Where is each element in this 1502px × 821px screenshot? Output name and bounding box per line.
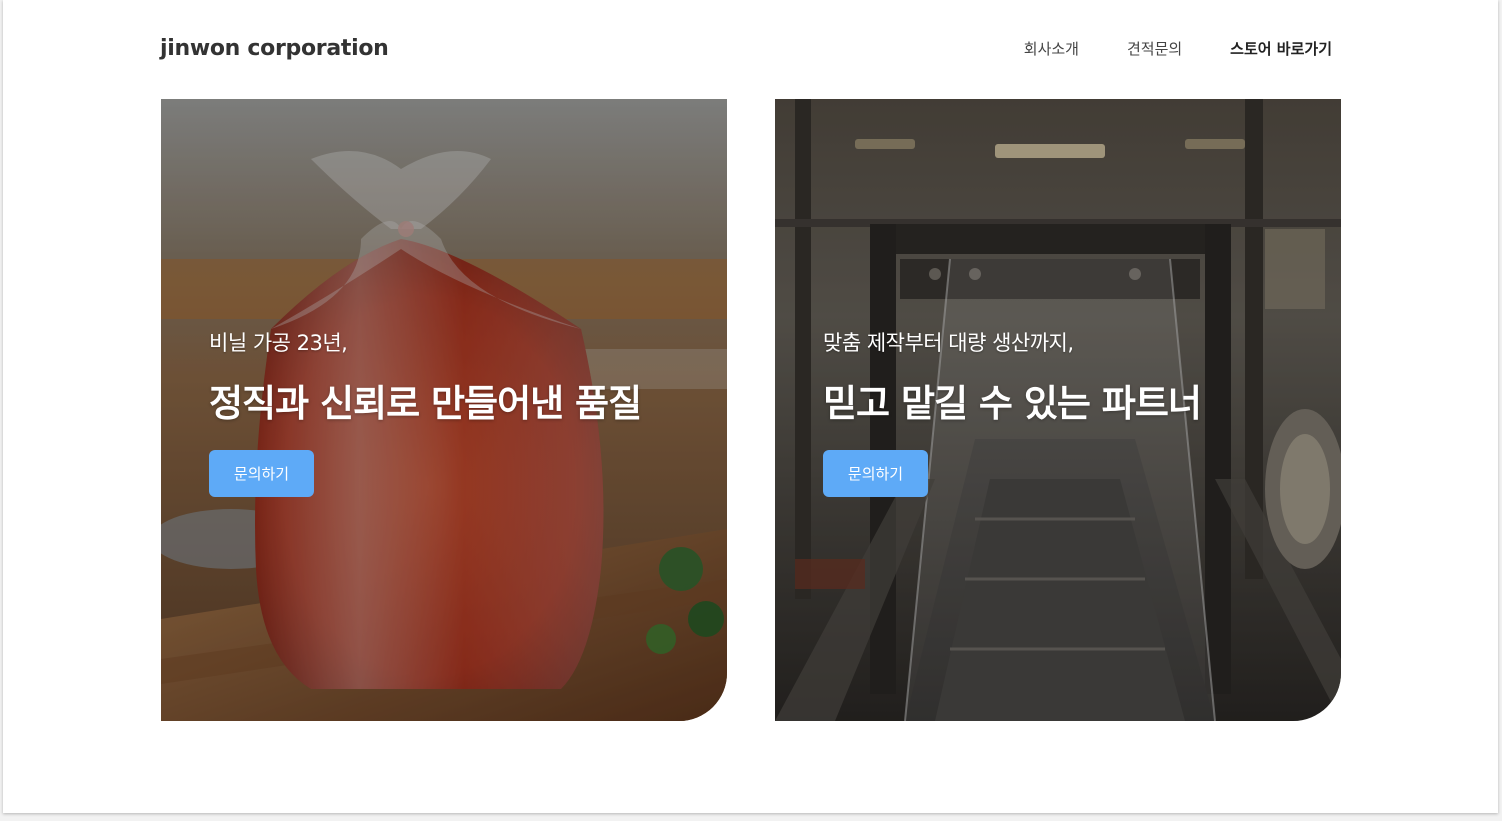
hero-card-quality: 비닐 가공 23년, 정직과 신뢰로 만들어낸 품질 문의하기 <box>161 99 727 721</box>
page-frame: jinwon corporation 회사소개 견적문의 스토어 바로가기 비닐… <box>3 0 1498 813</box>
brand-logo[interactable]: jinwon corporation <box>160 36 389 61</box>
nav-item-about[interactable]: 회사소개 <box>1024 38 1079 59</box>
hero-title: 정직과 신뢰로 만들어낸 품질 <box>209 382 642 425</box>
hero-card-text: 비닐 가공 23년, 정직과 신뢰로 만들어낸 품질 <box>209 327 642 427</box>
nav-item-quote[interactable]: 견적문의 <box>1127 38 1182 59</box>
inquiry-button[interactable]: 문의하기 <box>823 450 928 497</box>
hero-card-partner: 맞춤 제작부터 대량 생산까지, 믿고 맡길 수 있는 파트너 문의하기 <box>775 99 1341 721</box>
hero-subtitle: 비닐 가공 23년, <box>209 331 348 355</box>
main-nav: 회사소개 견적문의 스토어 바로가기 <box>976 38 1332 59</box>
hero-title: 믿고 맡길 수 있는 파트너 <box>823 382 1202 425</box>
hero-card-text: 맞춤 제작부터 대량 생산까지, 믿고 맡길 수 있는 파트너 <box>823 327 1202 427</box>
hero-subtitle: 맞춤 제작부터 대량 생산까지, <box>823 331 1074 355</box>
site-header: jinwon corporation 회사소개 견적문의 스토어 바로가기 <box>160 30 1332 70</box>
inquiry-button[interactable]: 문의하기 <box>209 450 314 497</box>
nav-item-store[interactable]: 스토어 바로가기 <box>1230 38 1332 59</box>
